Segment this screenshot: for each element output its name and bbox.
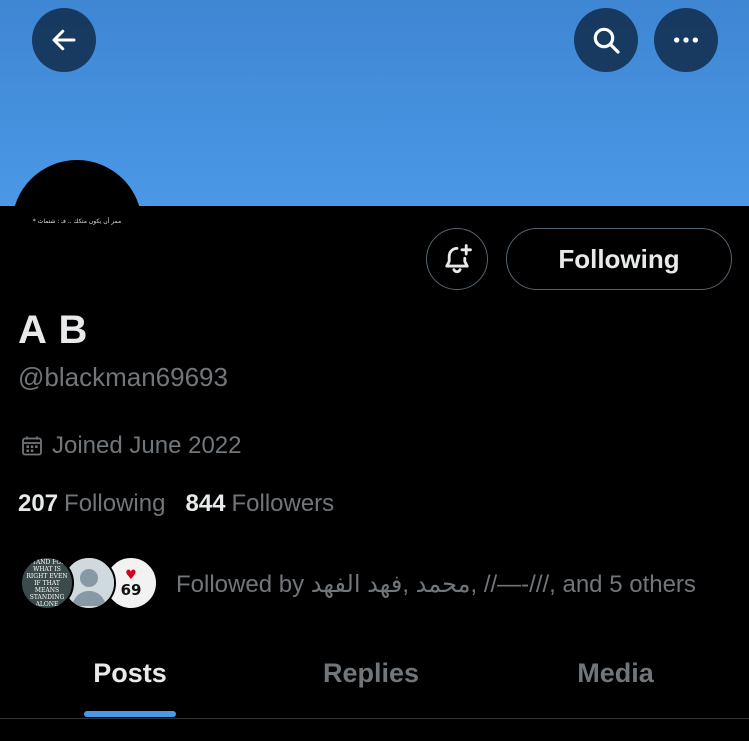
joined-date: Joined June 2022 xyxy=(20,432,242,460)
more-options-button[interactable] xyxy=(654,8,718,72)
username-handle: @blackman69693 xyxy=(18,362,228,392)
follow-stats: 207 Following 844 Followers xyxy=(18,490,334,518)
profile-tabs: Posts Replies Media xyxy=(0,640,749,719)
back-button[interactable] xyxy=(32,8,96,72)
follower-avatar-1: STAND FOR WHAT IS RIGHT EVEN IF THAT MEA… xyxy=(20,556,74,610)
follower-avatar-3-badge: ♥ 69 xyxy=(120,569,142,599)
more-horizontal-icon xyxy=(674,37,698,43)
followed-by-text: Followed by محمد ,فهد الفهد, //—-///, an… xyxy=(176,570,696,598)
arrow-left-icon xyxy=(52,29,76,51)
bell-plus-icon xyxy=(445,244,472,274)
followers-stat-link[interactable]: 844 Followers xyxy=(185,490,334,518)
profile-avatar[interactable]: ممر أن يكون متكك .. فـ : شتماث * xyxy=(12,160,142,290)
followers-count: 844 xyxy=(185,490,226,517)
following-count: 207 xyxy=(18,490,59,517)
notifications-bell-button[interactable] xyxy=(426,228,488,290)
tab-media[interactable]: Media xyxy=(482,640,749,706)
followers-stat-label: Followers xyxy=(231,490,335,517)
tab-replies[interactable]: Replies xyxy=(260,640,482,706)
following-stat-label: Following xyxy=(64,490,166,517)
follower-avatar-1-text: STAND FOR WHAT IS RIGHT EVEN IF THAT MEA… xyxy=(26,558,68,608)
following-button[interactable]: Following xyxy=(506,228,732,290)
joined-text: Joined June 2022 xyxy=(52,432,242,459)
avatar-caption: ممر أن يكون متكك .. فـ : شتماث * xyxy=(32,217,122,225)
search-icon xyxy=(593,27,620,54)
active-tab-indicator xyxy=(84,711,176,717)
search-button[interactable] xyxy=(574,8,638,72)
tab-posts[interactable]: Posts xyxy=(0,640,260,706)
display-name: A B xyxy=(18,308,89,352)
follower-avatar-3-number: 69 xyxy=(120,581,142,599)
followed-by-avatars: STAND FOR WHAT IS RIGHT EVEN IF THAT MEA… xyxy=(20,556,160,612)
calendar-icon xyxy=(22,436,42,456)
followed-by-row[interactable]: STAND FOR WHAT IS RIGHT EVEN IF THAT MEA… xyxy=(20,556,740,612)
following-stat-link[interactable]: 207 Following xyxy=(18,490,165,518)
